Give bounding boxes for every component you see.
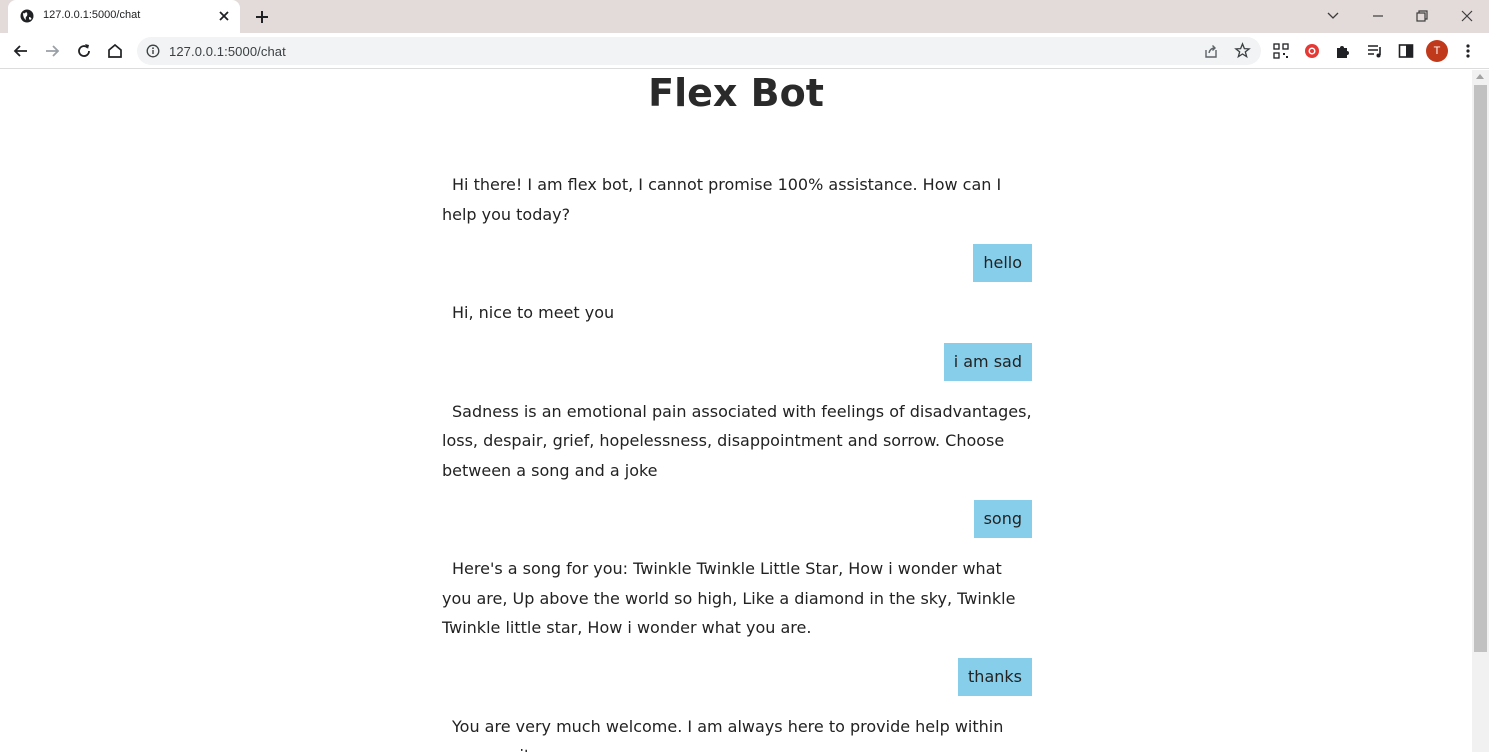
- home-icon[interactable]: [104, 40, 126, 62]
- tab-search-chevron-icon[interactable]: [1319, 4, 1347, 28]
- extensions-puzzle-icon[interactable]: [1332, 40, 1354, 62]
- chat-log: Hi there! I am flex bot, I cannot promis…: [442, 170, 1032, 752]
- user-message: i am sad: [943, 342, 1032, 381]
- tab-title: 127.0.0.1:5000/chat: [43, 9, 141, 21]
- minimize-icon[interactable]: [1364, 4, 1392, 28]
- close-tab-icon[interactable]: [216, 8, 232, 24]
- user-message: song: [973, 500, 1032, 538]
- media-control-icon[interactable]: [1364, 40, 1386, 62]
- tab-strip: 127.0.0.1:5000/chat: [0, 0, 1489, 33]
- bot-message: Here's a song for you: Twinkle Twinkle L…: [442, 559, 1016, 637]
- page-scrollbar[interactable]: [1472, 70, 1489, 752]
- forward-arrow-icon[interactable]: [41, 40, 63, 62]
- address-bar[interactable]: 127.0.0.1:5000/chat: [137, 37, 1261, 65]
- extension-red-icon[interactable]: [1301, 40, 1323, 62]
- more-menu-icon[interactable]: [1457, 40, 1479, 62]
- bot-message: You are very much welcome. I am always h…: [442, 716, 1004, 752]
- site-info-icon[interactable]: [146, 44, 160, 58]
- bot-message: Hi there! I am flex bot, I cannot promis…: [442, 175, 1002, 224]
- reload-icon[interactable]: [73, 40, 95, 62]
- user-message: hello: [973, 244, 1032, 282]
- page-viewport: Flex Bot Hi there! I am flex bot, I cann…: [0, 70, 1472, 752]
- url-text: 127.0.0.1:5000/chat: [169, 44, 286, 59]
- restore-icon[interactable]: [1408, 4, 1436, 28]
- browser-tab[interactable]: 127.0.0.1:5000/chat: [8, 0, 240, 33]
- user-message-row: song: [442, 500, 1032, 538]
- close-window-icon[interactable]: [1453, 4, 1481, 28]
- browser-toolbar: 127.0.0.1:5000/chat T: [0, 33, 1489, 69]
- bot-message: Hi, nice to meet you: [452, 303, 615, 322]
- qr-code-icon[interactable]: [1270, 40, 1292, 62]
- new-tab-plus-icon[interactable]: [252, 7, 272, 27]
- page-title: Flex Bot: [648, 71, 824, 115]
- user-message-row: hello: [442, 244, 1032, 282]
- globe-icon: [20, 9, 34, 23]
- scrollbar-thumb[interactable]: [1474, 85, 1487, 652]
- user-message: thanks: [958, 657, 1032, 696]
- user-message-row: i am sad: [442, 342, 1032, 381]
- bot-message: Sadness is an emotional pain associated …: [442, 401, 1032, 480]
- side-panel-icon[interactable]: [1395, 40, 1417, 62]
- scroll-up-arrow-icon[interactable]: [1476, 74, 1484, 79]
- bookmark-star-icon[interactable]: [1234, 42, 1251, 59]
- back-arrow-icon[interactable]: [10, 40, 32, 62]
- share-icon[interactable]: [1203, 43, 1219, 59]
- profile-avatar[interactable]: T: [1426, 40, 1448, 62]
- user-message-row: thanks: [442, 657, 1032, 696]
